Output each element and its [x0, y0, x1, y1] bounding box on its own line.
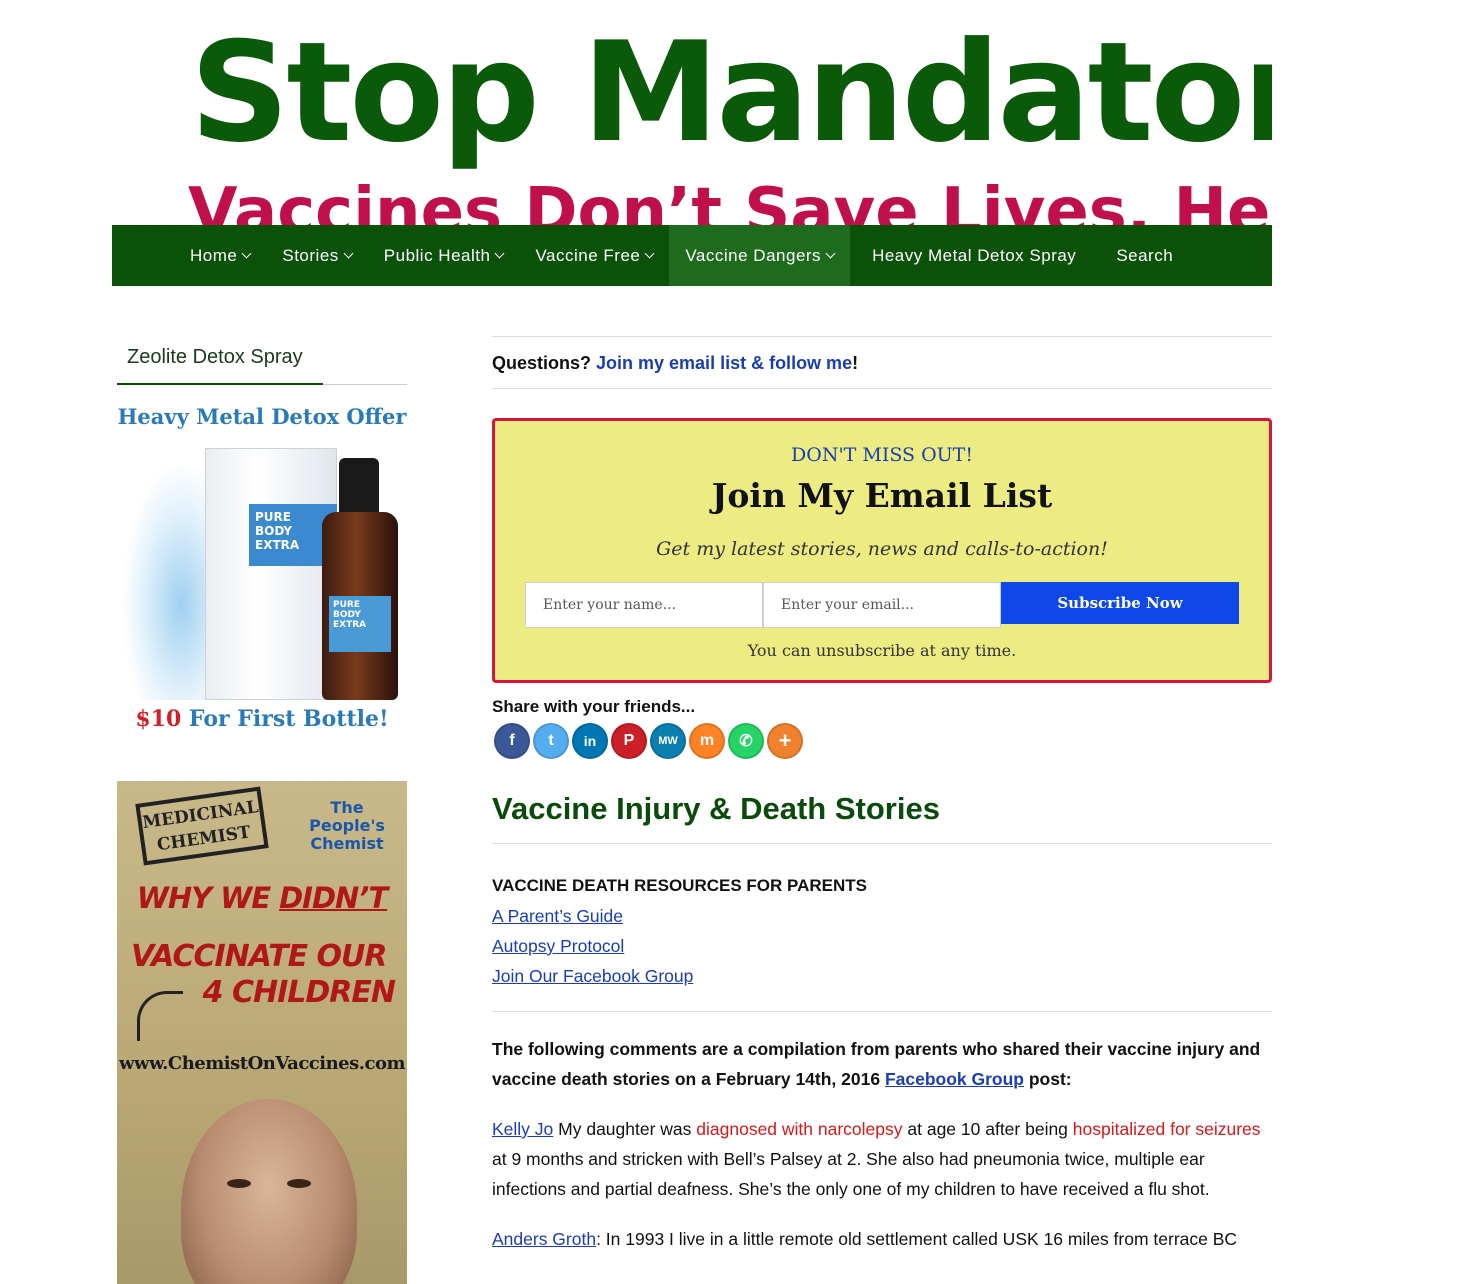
peoples-chemist-logo: The People's Chemist: [309, 798, 385, 853]
twitter-icon[interactable]: t: [533, 723, 569, 759]
bottle-cap-image: [339, 458, 379, 514]
main-nav: Home Stories Public Health Vaccine Free …: [112, 225, 1272, 286]
ad-text: WHY WE: [136, 881, 280, 915]
nav-label: Vaccine Dangers: [685, 245, 822, 265]
nav-item-vaccine-dangers[interactable]: Vaccine Dangers: [669, 225, 851, 286]
optin-pretitle: DON'T MISS OUT!: [791, 444, 973, 466]
chevron-down-icon: [825, 248, 836, 258]
linkedin-icon[interactable]: in: [572, 723, 608, 759]
product-bottle-label: PURE BODY EXTRA: [329, 596, 391, 652]
portrait-eye: [287, 1179, 311, 1188]
header-banner[interactable]: Stop Mandatory V Vaccines Don’t Save Liv…: [112, 14, 1272, 225]
nav-label: Search: [1116, 245, 1174, 265]
highlight-text: diagnosed with narcolepsy: [696, 1119, 903, 1139]
nav-item-vaccine-free[interactable]: Vaccine Free: [519, 225, 669, 286]
intro-text: post:: [1024, 1069, 1072, 1089]
story-text: : In 1993 I live in a little remote old …: [596, 1229, 1238, 1249]
medicinal-chemist-stamp: MEDICINAL CHEMIST: [135, 786, 269, 866]
email-optin-box: DON'T MISS OUT! Join My Email List Get m…: [492, 418, 1272, 683]
portrait-eye: [227, 1179, 251, 1188]
divider: [492, 843, 1272, 844]
water-splash-image: [121, 460, 207, 700]
post-title: Vaccine Injury & Death Stories: [492, 791, 940, 826]
facebook-group-link[interactable]: Join Our Facebook Group: [492, 961, 1272, 991]
questions-line: Questions? Join my email list & follow m…: [492, 337, 1272, 388]
divider: [492, 1011, 1272, 1012]
share-label: Share with your friends...: [492, 697, 696, 716]
story-paragraph: Anders Groth: In 1993 I live in a little…: [492, 1224, 1272, 1254]
author-link[interactable]: Kelly Jo: [492, 1119, 553, 1139]
nav-label: Vaccine Free: [535, 245, 641, 265]
ad-url: www.ChemistOnVaccines.com: [118, 1053, 406, 1074]
offer-price: $10: [135, 706, 182, 732]
product-box-image: [205, 448, 337, 700]
ad-headline: Heavy Metal Detox Offer: [117, 404, 407, 429]
chevron-down-icon: [644, 248, 655, 258]
chemist-vaccines-ad[interactable]: MEDICINAL CHEMIST The People's Chemist W…: [117, 781, 407, 1284]
more-share-icon[interactable]: +: [767, 723, 803, 759]
mix-icon[interactable]: m: [689, 723, 725, 759]
story-paragraph: Kelly Jo My daughter was diagnosed with …: [492, 1114, 1272, 1204]
site-tagline: Vaccines Don’t Save Lives. Healthy: [188, 175, 1272, 225]
nav-label: Stories: [282, 245, 339, 265]
chevron-down-icon: [241, 248, 252, 258]
detox-spray-ad[interactable]: Heavy Metal Detox Offer PURE BODY EXTRA …: [117, 400, 407, 745]
nav-item-public-health[interactable]: Public Health: [368, 225, 520, 286]
questions-suffix: !: [852, 353, 859, 373]
share-buttons: f t in P MW m ✆ +: [494, 723, 1272, 759]
name-field[interactable]: [525, 582, 763, 628]
man-portrait-image: [181, 1099, 357, 1284]
highlight-text: hospitalized for seizures: [1072, 1119, 1261, 1139]
facebook-group-inline-link[interactable]: Facebook Group: [885, 1069, 1024, 1089]
nav-item-heavy-metal-detox-spray[interactable]: Heavy Metal Detox Spray: [850, 225, 1098, 286]
nav-label: Public Health: [383, 245, 491, 265]
intro-text: The following comments are a compilation…: [492, 1039, 1261, 1089]
ad-offer: $10 For First Bottle!: [117, 706, 407, 732]
optin-title: Join My Email List: [711, 476, 1053, 515]
offer-text: For First Bottle!: [181, 706, 389, 732]
questions-prefix: Questions?: [492, 353, 597, 373]
email-field[interactable]: [763, 582, 1001, 628]
ad-text: VACCINATE OUR: [131, 939, 388, 974]
optin-subtitle: Get my latest stories, news and calls-to…: [656, 538, 1108, 560]
ad-headline-line1: WHY WE DIDN’T: [117, 881, 407, 915]
facebook-icon[interactable]: f: [494, 723, 530, 759]
nav-item-search[interactable]: Search: [1098, 225, 1191, 286]
join-email-link[interactable]: Join my email list & follow me: [596, 353, 852, 373]
chevron-down-icon: [343, 248, 354, 258]
divider: [492, 388, 1272, 389]
whatsapp-icon[interactable]: ✆: [728, 723, 764, 759]
author-link[interactable]: Anders Groth: [492, 1229, 596, 1249]
nav-label: Home: [190, 245, 238, 265]
parents-guide-link[interactable]: A Parent’s Guide: [492, 901, 1272, 931]
story-text: My daughter was: [553, 1119, 697, 1139]
main-content: Questions? Join my email list & follow m…: [492, 336, 1272, 1254]
resources-heading: VACCINE DEATH RESOURCES FOR PARENTS: [492, 876, 867, 895]
pinterest-icon[interactable]: P: [611, 723, 647, 759]
divider-accent: [117, 383, 323, 385]
autopsy-protocol-link[interactable]: Autopsy Protocol: [492, 931, 1272, 961]
chevron-down-icon: [495, 248, 505, 258]
nav-item-home[interactable]: Home: [174, 225, 266, 286]
sidebar-widget-title: Zeolite Detox Spray: [127, 346, 303, 368]
intro-paragraph: The following comments are a compilation…: [492, 1034, 1272, 1094]
optin-form: Subscribe Now: [525, 582, 1239, 628]
nav-item-stories[interactable]: Stories: [266, 225, 367, 286]
nav-label: Heavy Metal Detox Spray: [872, 245, 1077, 265]
subscribe-button[interactable]: Subscribe Now: [1001, 582, 1239, 624]
story-text: at age 10 after being: [902, 1119, 1073, 1139]
optin-note: You can unsubscribe at any time.: [747, 641, 1017, 660]
site-title: Stop Mandatory V: [190, 14, 1272, 173]
ad-text-emphasis: DIDN’T: [279, 881, 388, 915]
mewe-icon[interactable]: MW: [650, 723, 686, 759]
story-text: at 9 months and stricken with Bell’s Pal…: [492, 1149, 1210, 1199]
